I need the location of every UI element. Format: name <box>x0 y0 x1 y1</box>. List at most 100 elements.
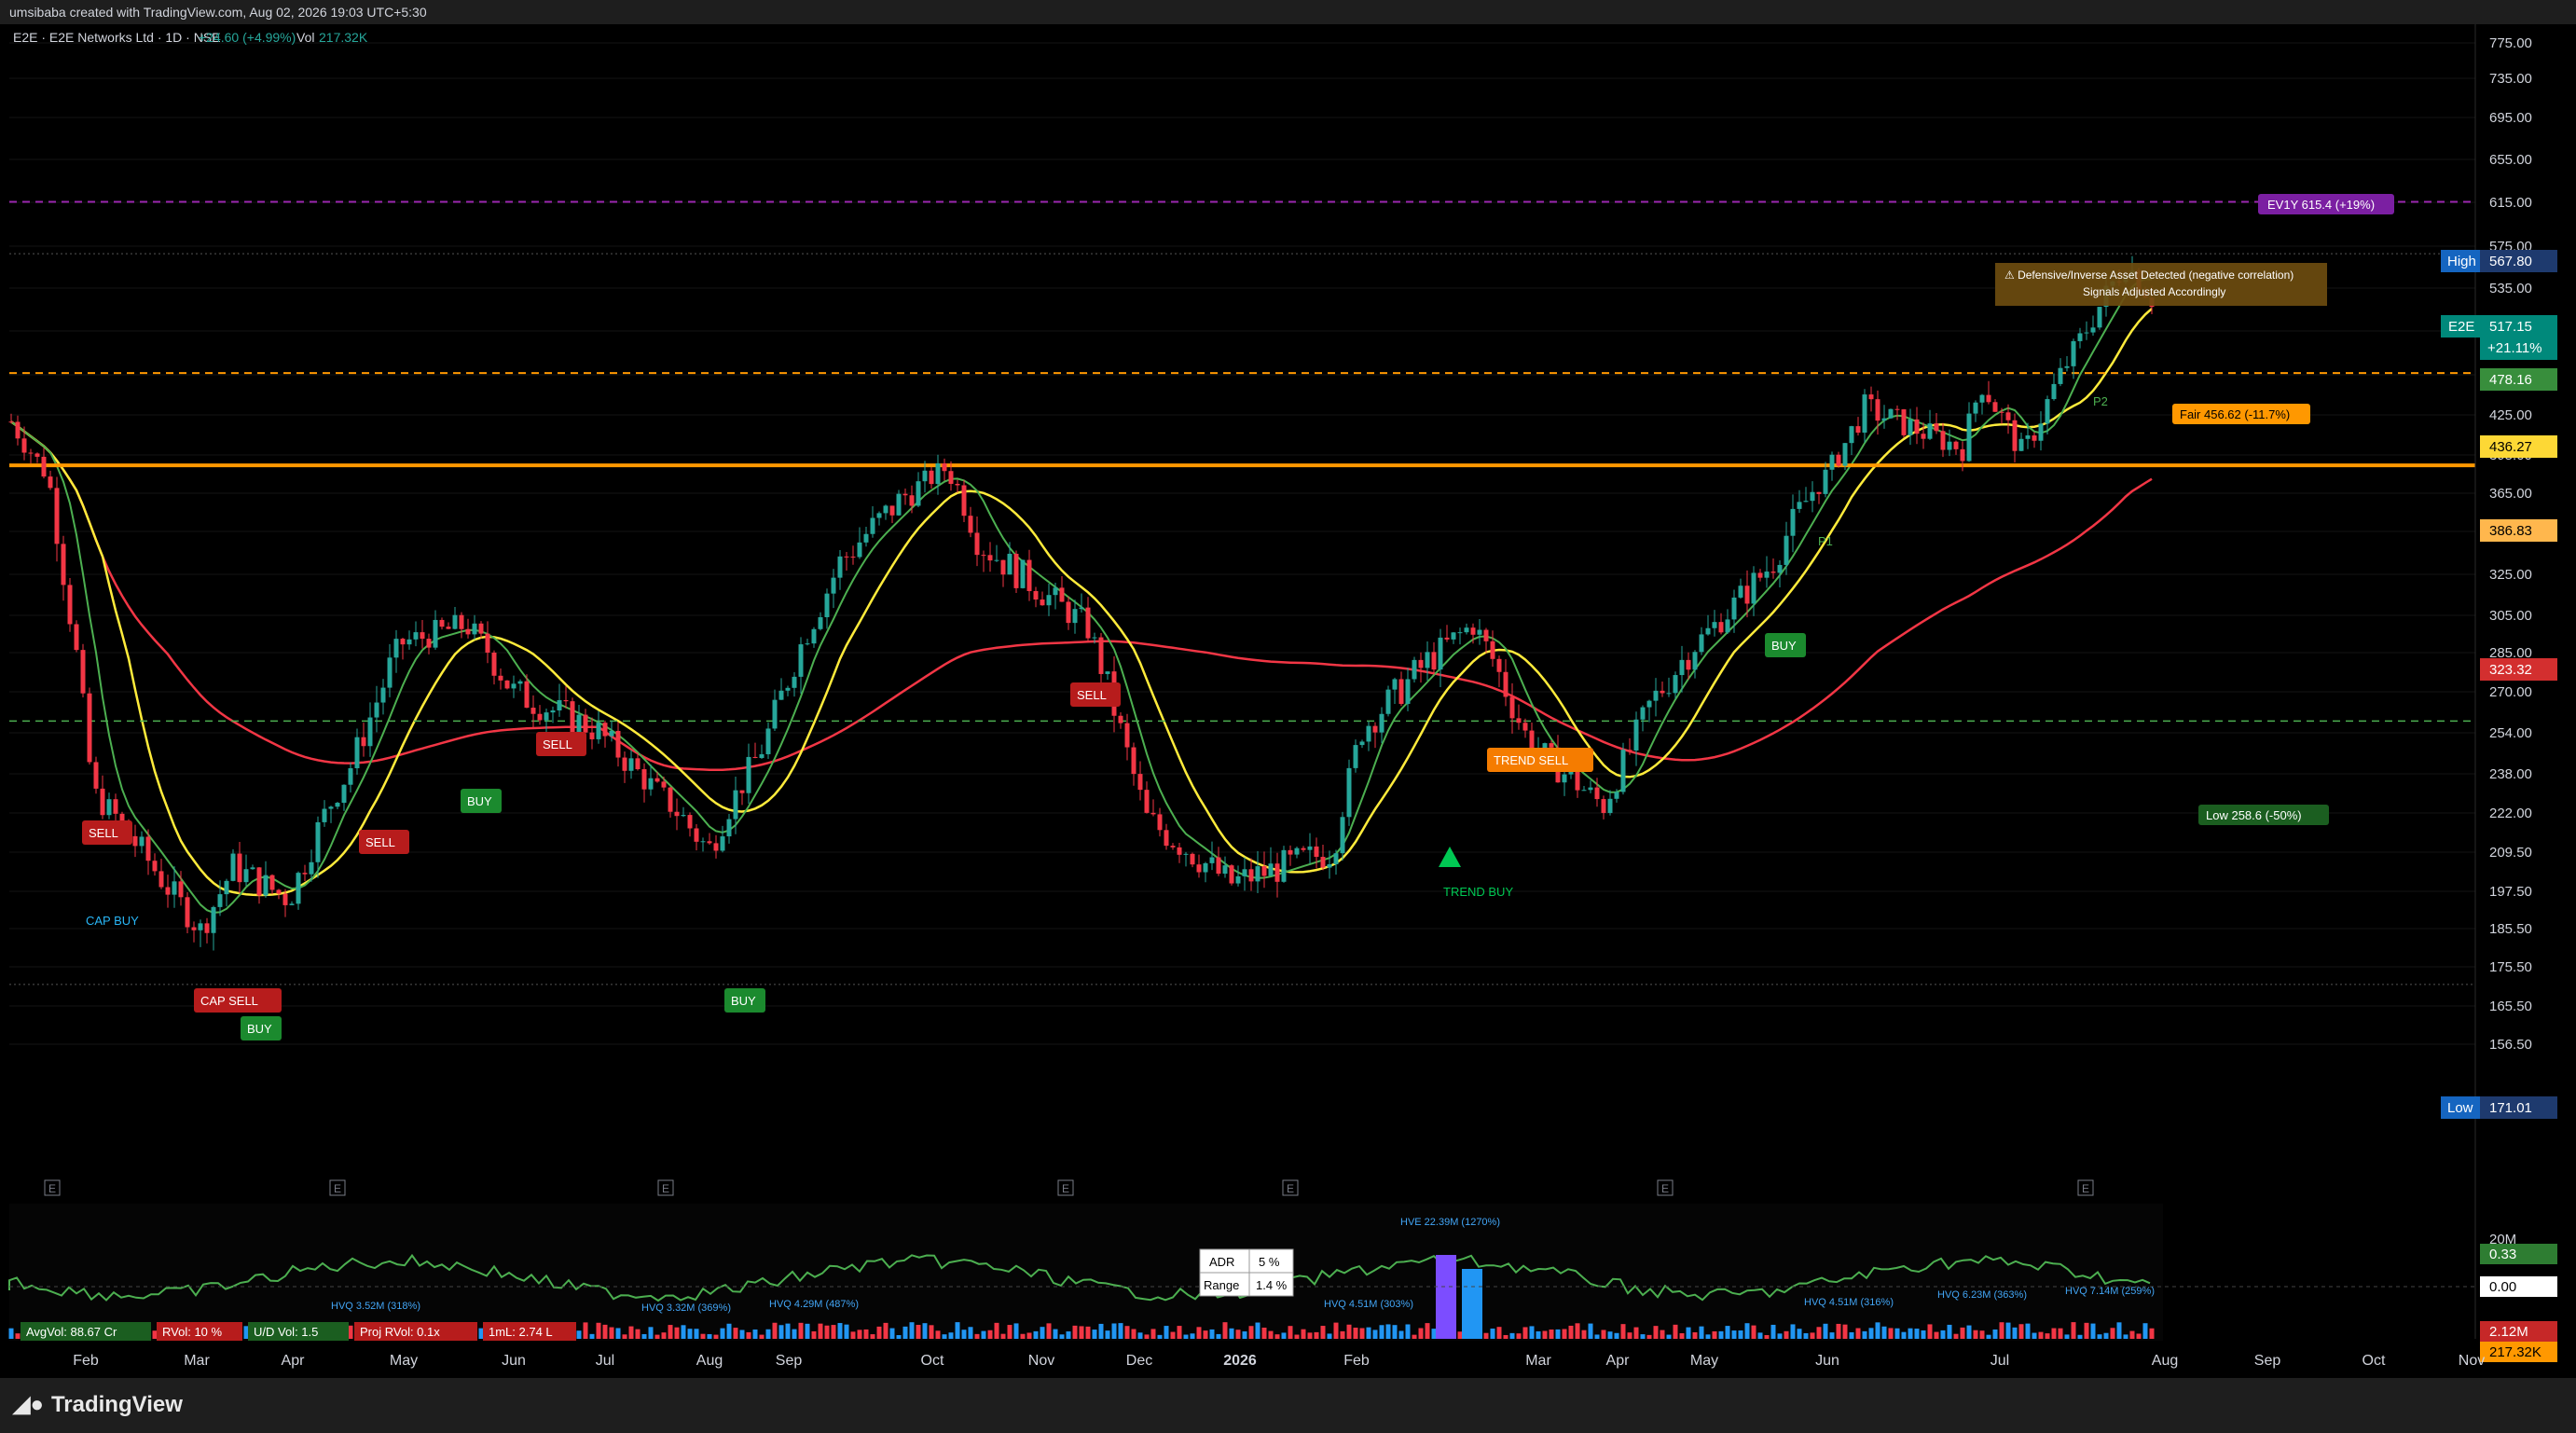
volume-bar <box>2058 1328 2063 1339</box>
stat-pill-text: 1mL: 2.74 L <box>489 1325 553 1339</box>
signal-label: P2 <box>2093 394 2108 408</box>
volume-bar <box>1849 1331 1854 1339</box>
candle-body <box>1372 725 1378 733</box>
volume-bar <box>1496 1327 1502 1339</box>
candle-body <box>1966 413 1972 462</box>
volume-bar <box>478 1328 484 1339</box>
volume-bar <box>2005 1322 2011 1339</box>
signal-text: TREND SELL <box>1494 753 1568 767</box>
candle-body <box>243 869 249 883</box>
price-axis[interactable]: 775.00735.00695.00655.00615.00575.00535.… <box>2474 24 2576 1339</box>
volume-bar <box>889 1328 895 1339</box>
volume-bar <box>1301 1329 1306 1339</box>
candle-body <box>641 769 647 790</box>
volume-bar <box>2038 1331 2044 1339</box>
time-tick-label: Jun <box>502 1353 526 1369</box>
candle-body <box>309 861 314 875</box>
volume-bar <box>713 1334 719 1339</box>
earnings-marker-letter: E <box>662 1182 669 1195</box>
signal-text: BUY <box>247 1022 272 1036</box>
volume-bar <box>929 1325 934 1339</box>
candle-body <box>1901 409 1907 435</box>
axis-red: 2.12M <box>2489 1324 2528 1340</box>
candle-body <box>1699 634 1704 653</box>
candle-body <box>1705 627 1711 635</box>
low-target-text: Low 258.6 (-50%) <box>2206 808 2302 822</box>
volume-bar <box>8 1328 14 1339</box>
candle-body <box>1444 637 1450 640</box>
hvq-label: HVQ 7.14M (259%) <box>2065 1286 2155 1297</box>
candle-body <box>1927 423 1933 439</box>
candle-body <box>896 493 902 516</box>
volume-bar <box>1235 1330 1241 1339</box>
candle-body <box>165 887 171 895</box>
price-tick-label: 254.00 <box>2489 725 2532 741</box>
candle-body <box>648 778 654 790</box>
support-tag: 386.83 <box>2480 519 2557 542</box>
volume-bar <box>850 1331 856 1339</box>
high-tag-value: 567.80 <box>2489 254 2532 269</box>
volume-bar <box>1914 1329 1920 1339</box>
volume-bar <box>576 1330 582 1339</box>
indicator-bg <box>9 1204 2163 1341</box>
volume-bar <box>1013 1323 1019 1339</box>
candle-body <box>1066 601 1071 624</box>
volume-bar <box>1261 1327 1267 1339</box>
candle-body <box>2051 383 2057 400</box>
candle-body <box>1268 863 1274 876</box>
candle-body <box>1000 559 1006 575</box>
volume-bar <box>2084 1322 2089 1339</box>
volume-bar <box>635 1329 641 1339</box>
volume-bar <box>1555 1329 1561 1339</box>
candle-body <box>198 923 203 930</box>
candle-body <box>2018 438 2024 451</box>
adr-value: 5 % <box>1259 1255 1280 1269</box>
time-tick-label: 2026 <box>1223 1353 1257 1369</box>
candle-body <box>929 470 934 485</box>
candle-body <box>1209 857 1215 863</box>
candle-body <box>1607 798 1613 813</box>
price-tick-label: 185.50 <box>2489 921 2532 937</box>
candle-body <box>224 880 229 895</box>
volume-bar <box>1731 1330 1737 1339</box>
price-chart[interactable]: SELL CAP SELL SELL BUY BUY SELL BUY SELL TREND S… <box>0 24 2576 1378</box>
candle-body <box>1477 629 1482 635</box>
candle-body <box>1744 586 1750 604</box>
volume-bar <box>961 1330 967 1339</box>
candle-body <box>152 861 158 872</box>
volume-bar <box>2103 1332 2109 1339</box>
candle-body <box>576 714 582 734</box>
volume-bar <box>922 1323 928 1339</box>
price-tick-label: 197.50 <box>2489 884 2532 900</box>
candle-body <box>1738 586 1743 598</box>
candle-body <box>1842 443 1848 466</box>
candle-body <box>315 821 321 862</box>
candle-body <box>563 699 569 702</box>
candle-body <box>472 623 477 635</box>
volume-bar <box>1810 1332 1815 1339</box>
candle-body <box>1751 572 1756 604</box>
volume-bar <box>1190 1333 1195 1339</box>
candle-body <box>1849 426 1854 444</box>
candle-body <box>41 456 47 477</box>
candle-body <box>250 867 255 870</box>
candle-body <box>1079 607 1084 610</box>
candle-body <box>2077 333 2083 341</box>
candle-body <box>1190 853 1195 865</box>
candle-body <box>341 784 347 804</box>
candle-body <box>544 712 549 721</box>
volume-bar <box>648 1327 654 1339</box>
candle-body <box>1196 864 1202 873</box>
volume-bar <box>1562 1329 1567 1339</box>
candle-body <box>909 495 915 506</box>
candle-body <box>1464 627 1469 633</box>
candle-body <box>1418 659 1424 668</box>
hvq-label: HVQ 3.32M (369%) <box>641 1302 731 1314</box>
candle-body <box>67 585 73 625</box>
volume-bar <box>2077 1334 2083 1339</box>
candle-body <box>1777 564 1783 573</box>
candle-body <box>1862 394 1867 434</box>
candle-body <box>361 737 366 747</box>
hvq-label: HVQ 6.23M (363%) <box>1937 1289 2027 1301</box>
volume-bar <box>2071 1322 2076 1339</box>
